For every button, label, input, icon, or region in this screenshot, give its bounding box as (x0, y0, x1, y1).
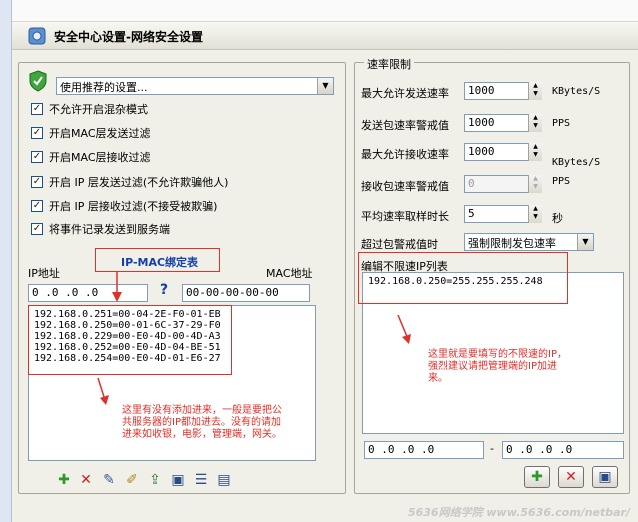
clear-icon[interactable]: ✐ (122, 470, 142, 490)
title-bar: 安全中心设置-网络安全设置 (12, 22, 638, 50)
spinner-icon[interactable]: ▲ ▼ (528, 205, 542, 223)
rate-limit-legend: 速率限制 (364, 56, 414, 72)
option-label: 不允许开启混杂模式 (49, 103, 148, 116)
row-label: 发送包速率警戒值 (361, 119, 449, 132)
save-icon[interactable]: ▣ (168, 470, 188, 490)
mac-address-input[interactable]: 00-00-00-00-00 (182, 284, 310, 302)
unit: PPS (552, 118, 571, 129)
option-label: 开启MAC层发送过滤 (49, 127, 151, 140)
range-dash: - (490, 442, 494, 455)
unit: KBytes/S (552, 157, 601, 168)
unit: PPS (552, 176, 571, 187)
add-button[interactable]: ✚ (524, 466, 550, 488)
whitelist-annotation: 这里就是要填写的不限速的IP，强烈建议请把管理端的IP加进来。 (428, 349, 567, 384)
binding-table-title: IP-MAC绑定表 (121, 256, 199, 269)
preset-select[interactable]: 使用推荐的设置... ▼ (56, 77, 334, 95)
option-event-log[interactable]: ✓ 将事件记录发送到服务端 (31, 221, 170, 237)
arrow-down-icon (397, 315, 411, 344)
unit: KBytes/S (552, 86, 601, 97)
exceed-label: 超过包警戒值时 (361, 238, 438, 251)
option-label: 开启 IP 层接收过滤(不接受被欺骗) (49, 200, 218, 213)
add-icon[interactable]: ✚ (54, 470, 74, 490)
row-label: 接收包速率警戒值 (361, 180, 449, 193)
whitelist-highlight (358, 252, 568, 304)
row-label: 最大允许发送速率 (361, 87, 449, 100)
spinner-icon[interactable]: ▲ ▼ (528, 175, 542, 193)
ip-label: IP地址 (28, 267, 60, 280)
exceed-action-value: 强制限制发包速率 (468, 237, 556, 250)
delete-icon[interactable]: ✕ (76, 470, 96, 490)
spinner-icon[interactable]: ▲ ▼ (528, 82, 542, 100)
ip-address-input[interactable]: 0 .0 .0 .0 (28, 284, 148, 302)
checkbox[interactable]: ✓ (31, 151, 43, 163)
arrow-down-icon (112, 272, 122, 302)
bindings-highlight (28, 305, 232, 375)
chevron-down-icon[interactable]: ▼ (317, 78, 333, 94)
spinner-icon[interactable]: ▲ ▼ (528, 114, 542, 132)
checkbox[interactable]: ✓ (31, 127, 43, 139)
ip-from-input[interactable]: 0 .0 .0 .0 (364, 441, 484, 459)
save-button[interactable]: ▣ (592, 466, 618, 488)
binding-annotation: 这里有没有添加进来，一般是要把公共服务器的IP都加进去。没有的请加进来如收银，电… (122, 405, 282, 440)
arrow-down-icon (97, 378, 109, 405)
option-label: 开启MAC层接收过滤 (49, 151, 151, 164)
option-promiscuous[interactable]: ✓ 不允许开启混杂模式 (31, 101, 148, 117)
exceed-action-select[interactable]: 强制限制发包速率 ▼ (464, 233, 594, 251)
row-label: 平均速率取样时长 (361, 210, 449, 223)
side-strip (0, 0, 12, 522)
list-icon[interactable]: ☰ (191, 470, 211, 490)
checkbox[interactable]: ✓ (31, 200, 43, 212)
option-mac-recv[interactable]: ✓ 开启MAC层接收过滤 (31, 149, 151, 165)
option-label: 将事件记录发送到服务端 (49, 223, 170, 236)
edit-icon[interactable]: ✎ (99, 470, 119, 490)
gear-shield-icon (28, 27, 46, 45)
preset-value: 使用推荐的设置... (60, 81, 148, 94)
option-mac-send[interactable]: ✓ 开启MAC层发送过滤 (31, 125, 151, 141)
checkbox[interactable]: ✓ (31, 223, 43, 235)
option-ip-send[interactable]: ✓ 开启 IP 层发送过滤(不允许欺骗他人) (31, 174, 228, 190)
mac-label: MAC地址 (266, 267, 313, 280)
option-label: 开启 IP 层发送过滤(不允许欺骗他人) (49, 176, 229, 189)
option-ip-recv[interactable]: ✓ 开启 IP 层接收过滤(不接受被欺骗) (31, 198, 217, 214)
shield-icon (29, 70, 47, 92)
window-title: 安全中心设置-网络安全设置 (54, 30, 203, 44)
chevron-down-icon[interactable]: ▼ (577, 234, 593, 250)
help-icon[interactable]: ? (160, 282, 168, 298)
checkbox[interactable]: ✓ (31, 176, 43, 188)
import-icon[interactable]: ⇪ (145, 470, 165, 490)
export-icon[interactable]: ▤ (214, 470, 234, 490)
top-bar (12, 0, 638, 22)
spinner-icon[interactable]: ▲ ▼ (528, 143, 542, 161)
ip-to-input[interactable]: 0 .0 .0 .0 (502, 441, 624, 459)
delete-button[interactable]: ✕ (558, 466, 584, 488)
unit: 秒 (552, 212, 563, 225)
row-label: 最大允许接收速率 (361, 148, 449, 161)
watermark: 5636网络学院 www.5636.com/netbar/ (407, 506, 630, 519)
checkbox[interactable]: ✓ (31, 103, 43, 115)
